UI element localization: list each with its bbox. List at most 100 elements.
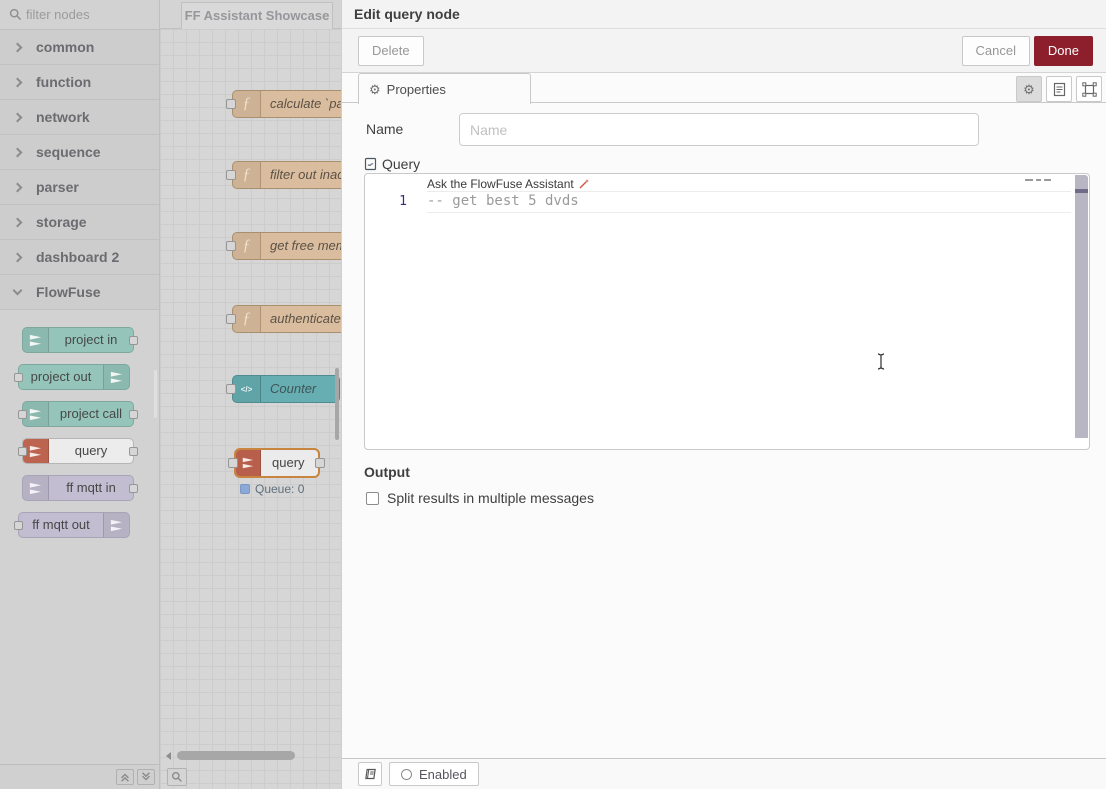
palette-node-ff-mqtt-in[interactable]: ff mqtt in (22, 475, 134, 501)
palette-scrollbar[interactable] (154, 370, 157, 418)
search-icon (171, 771, 183, 783)
flowfuse-icon (23, 328, 49, 352)
palette-category-storage[interactable]: storage (0, 205, 159, 240)
palette-node-label: ff mqtt in (49, 476, 133, 500)
input-port[interactable] (14, 521, 23, 530)
enabled-toggle-button[interactable]: Enabled (389, 762, 479, 786)
palette-category-flowfuse[interactable]: FlowFuse (0, 275, 159, 310)
edit-tray: Edit query node Delete Cancel Done ⚙ Pro… (341, 0, 1106, 789)
tray-body: Name Query 1 Ask the FlowFuse Assistant … (342, 104, 1106, 758)
node-label: Counter (261, 376, 316, 402)
input-port[interactable] (226, 99, 236, 109)
output-port[interactable] (129, 447, 138, 456)
appearance-button[interactable] (1076, 76, 1102, 102)
chevron-right-icon (13, 182, 23, 192)
palette-category-sequence[interactable]: sequence (0, 135, 159, 170)
chevron-right-icon (13, 147, 23, 157)
category-label: dashboard 2 (36, 249, 119, 265)
gear-icon: ⚙ (369, 83, 381, 96)
output-port[interactable] (129, 410, 138, 419)
palette-footer (0, 764, 159, 789)
editor-scrollbar-thumb[interactable] (1075, 189, 1088, 193)
flow-node-function[interactable]: ƒ authenticateU (232, 305, 341, 333)
expand-all-button[interactable] (137, 769, 155, 785)
canvas-grid (160, 29, 341, 789)
tray-toolbar: Delete Cancel Done (342, 29, 1106, 73)
chevron-right-icon (13, 252, 23, 262)
palette-node-ff-mqtt-out[interactable]: ff mqtt out (18, 512, 130, 538)
palette-filter-input[interactable] (0, 0, 159, 29)
tray-footer: Enabled (342, 758, 1106, 789)
input-port[interactable] (226, 384, 236, 394)
node-label: calculate `pa (261, 91, 341, 117)
cancel-button[interactable]: Cancel (962, 36, 1030, 66)
palette-category-parser[interactable]: parser (0, 170, 159, 205)
node-label: authenticateU (261, 306, 341, 332)
code-icon: </> (233, 376, 261, 402)
palette-flowfuse-nodes: project in project out project call quer… (0, 310, 159, 538)
category-label: parser (36, 179, 79, 195)
palette-category-common[interactable]: common (0, 30, 159, 65)
chevron-right-icon (13, 42, 23, 52)
enabled-state-icon (401, 769, 412, 780)
delete-button[interactable]: Delete (358, 36, 424, 66)
workspace-tab-ff-assistant-showcase[interactable]: FF Assistant Showcase (181, 2, 333, 29)
input-port[interactable] (18, 410, 27, 419)
palette-node-label: query (49, 439, 133, 463)
tray-tab-bar: ⚙ Properties ⚙ (342, 73, 1106, 103)
output-port[interactable] (315, 458, 325, 468)
node-red-editor: common function network sequence parser … (0, 0, 1106, 789)
assistant-hint[interactable]: Ask the FlowFuse Assistant (427, 177, 590, 191)
output-section-label: Output (364, 464, 410, 480)
node-label: query (261, 450, 305, 476)
flow-node-query-selected[interactable]: query (234, 448, 320, 478)
enabled-label: Enabled (419, 767, 467, 782)
output-port[interactable] (129, 336, 138, 345)
split-results-option[interactable]: Split results in multiple messages (366, 490, 594, 506)
input-port[interactable] (226, 314, 236, 324)
gear-icon: ⚙ (1023, 83, 1035, 96)
input-port[interactable] (226, 241, 236, 251)
palette-node-label: ff mqtt out (19, 513, 103, 537)
flow-node-function[interactable]: ƒ get free mem (232, 232, 341, 260)
category-label: storage (36, 214, 87, 230)
input-port[interactable] (14, 373, 23, 382)
query-code-editor[interactable]: 1 Ask the FlowFuse Assistant -- get best… (364, 173, 1090, 450)
properties-view-button[interactable]: ⚙ (1016, 76, 1042, 102)
output-port[interactable] (129, 484, 138, 493)
collapse-all-button[interactable] (116, 769, 134, 785)
palette-node-project-in[interactable]: project in (22, 327, 134, 353)
canvas-search-button[interactable] (167, 768, 187, 786)
input-port[interactable] (18, 447, 27, 456)
scroll-left-icon[interactable] (163, 750, 175, 762)
palette-category-network[interactable]: network (0, 100, 159, 135)
flow-node-function[interactable]: ƒ calculate `pa (232, 90, 341, 118)
function-icon: ƒ (233, 162, 261, 188)
name-input[interactable] (459, 113, 979, 146)
tab-properties[interactable]: ⚙ Properties (358, 73, 531, 104)
category-label: common (36, 39, 94, 55)
node-help-button[interactable] (358, 762, 382, 786)
horizontal-scrollbar[interactable] (177, 751, 295, 760)
description-button[interactable] (1046, 76, 1072, 102)
flow-node-function[interactable]: ƒ filter out inac (232, 161, 341, 189)
done-button[interactable]: Done (1034, 36, 1093, 66)
book-icon (363, 767, 377, 781)
split-results-checkbox[interactable] (366, 492, 379, 505)
palette-category-function[interactable]: function (0, 65, 159, 100)
flow-canvas[interactable]: FF Assistant Showcase ƒ calculate `pa ƒ … (160, 0, 341, 789)
input-port[interactable] (228, 458, 238, 468)
editor-line-number: 1 (365, 194, 407, 209)
vertical-scrollbar[interactable] (335, 368, 339, 440)
flow-node-counter[interactable]: </> Counter (232, 375, 340, 403)
text-cursor (875, 352, 887, 371)
status-dot-icon (240, 484, 250, 494)
palette-node-query[interactable]: query (22, 438, 134, 464)
editor-scrollbar[interactable] (1075, 175, 1088, 438)
palette-node-label: project call (49, 402, 133, 426)
palette-category-dashboard-2[interactable]: dashboard 2 (0, 240, 159, 275)
input-port[interactable] (226, 170, 236, 180)
node-appearance-icon (1082, 82, 1097, 97)
palette-node-project-out[interactable]: project out (18, 364, 130, 390)
palette-node-project-call[interactable]: project call (22, 401, 134, 427)
